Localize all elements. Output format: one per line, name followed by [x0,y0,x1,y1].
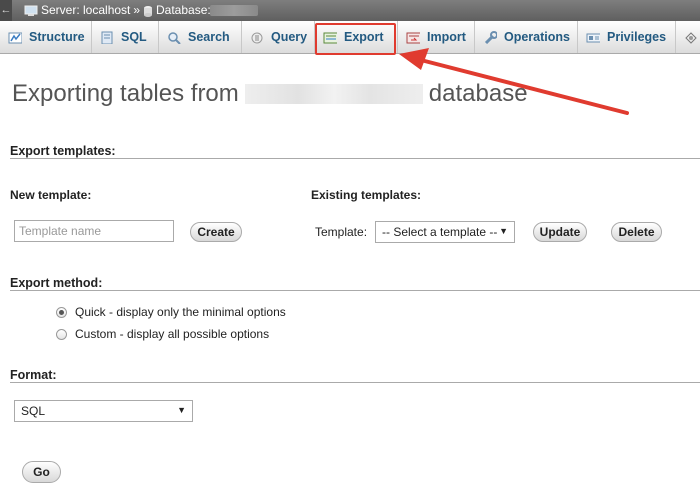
page-title-prefix: Exporting tables from [12,80,239,107]
tab-query[interactable]: Query [242,21,315,53]
template-select[interactable]: -- Select a template -- ▼ [375,221,515,243]
update-button[interactable]: Update [533,222,587,242]
tab-structure[interactable]: Structure [0,21,92,53]
server-icon [24,5,38,16]
chevron-down-icon: ▼ [499,226,508,236]
export-method-custom-label: Custom - display all possible options [75,327,270,341]
go-button[interactable]: Go [22,461,61,483]
tab-more[interactable] [676,21,700,53]
template-select-value: -- Select a template -- [382,225,498,239]
format-heading: Format: [10,368,57,382]
template-label: Template: [315,225,368,239]
export-method-custom[interactable]: Custom - display all possible options [56,327,269,341]
tab-sql[interactable]: SQL [92,21,159,53]
template-name-input[interactable] [14,220,174,242]
tab-search[interactable]: Search [159,21,242,53]
routines-icon [685,31,697,44]
section-divider [10,290,700,291]
tab-sql-label: SQL [121,30,147,44]
new-template-label: New template: [10,188,92,202]
back-arrow-icon[interactable]: ← [0,0,12,21]
search-icon [168,31,181,44]
database-icon [144,5,152,17]
chevron-down-icon: ▼ [177,405,186,415]
breadcrumb-server[interactable]: Server: localhost » [24,0,140,21]
query-icon [251,32,263,43]
tab-structure-label: Structure [29,30,85,44]
create-button[interactable]: Create [190,222,242,242]
export-method-quick[interactable]: Quick - display only the minimal options [56,305,286,319]
redacted-database-name-title [244,84,423,104]
format-select[interactable]: SQL ▼ [14,400,193,422]
breadcrumb-database[interactable]: Database: [143,0,211,21]
page-title: Exporting tables from database [12,80,528,108]
tab-search-label: Search [188,30,230,44]
section-divider [10,382,700,383]
structure-icon [8,32,22,43]
page-title-suffix: database [428,80,528,107]
existing-templates-label: Existing templates: [311,188,422,202]
breadcrumb-server-label: Server: localhost [41,3,131,17]
radio-quick[interactable] [56,306,67,318]
redacted-database-name [210,5,258,16]
tab-query-label: Query [271,30,308,44]
radio-custom[interactable] [56,328,67,340]
export-tab-highlight [315,23,396,55]
breadcrumb-database-label: Database: [156,3,211,17]
export-method-quick-label: Quick - display only the minimal options [75,305,286,319]
breadcrumb: ← Server: localhost » Database: [0,0,700,21]
breadcrumb-separator: » [133,3,141,17]
delete-button[interactable]: Delete [611,222,662,242]
export-templates-heading: Export templates: [10,144,116,158]
section-divider [10,158,700,159]
format-select-value: SQL [21,404,46,418]
export-method-heading: Export method: [10,276,103,290]
sql-icon [101,31,113,44]
